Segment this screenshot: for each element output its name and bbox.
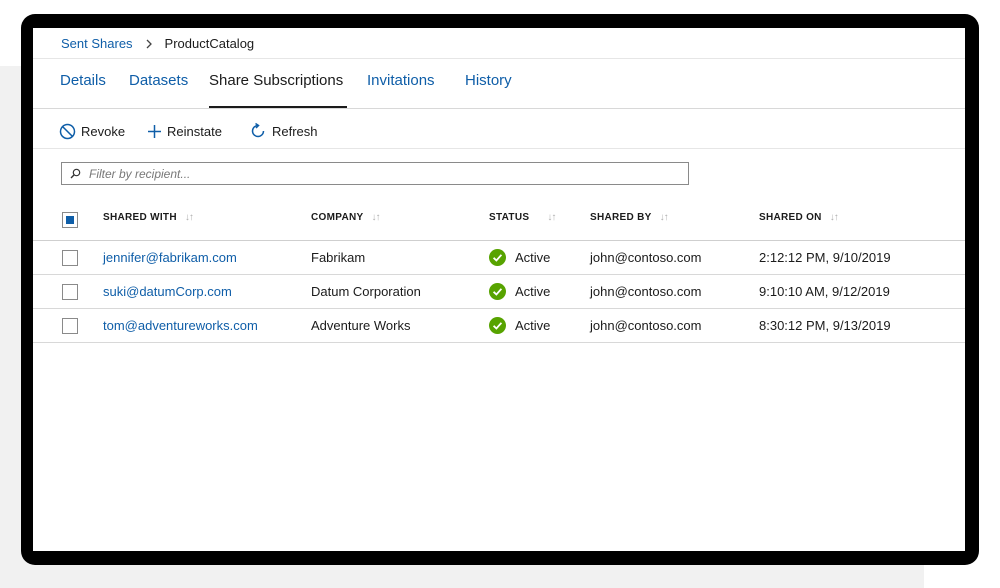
- reinstate-button[interactable]: Reinstate: [147, 116, 222, 146]
- filter-input[interactable]: [87, 165, 651, 182]
- sort-icon: ↓↑: [184, 212, 194, 223]
- refresh-icon: [251, 122, 265, 138]
- plus-icon: [148, 124, 161, 138]
- search-icon: [70, 168, 81, 179]
- row-checkbox[interactable]: [62, 284, 78, 300]
- tab-details[interactable]: Details: [60, 58, 106, 108]
- filter-box: [61, 162, 689, 185]
- column-shared-with[interactable]: SHARED WITH ↓↑: [103, 212, 194, 223]
- sort-icon: ↓↑: [371, 212, 380, 223]
- status-cell: Active: [489, 249, 550, 266]
- shared-by-cell: john@contoso.com: [590, 318, 702, 333]
- shared-with-link[interactable]: suki@datumCorp.com: [103, 284, 232, 299]
- select-all-checkbox[interactable]: [62, 212, 78, 228]
- tab-share-subscriptions[interactable]: Share Subscriptions: [209, 58, 347, 108]
- row-checkbox[interactable]: [62, 250, 78, 266]
- shared-by-cell: john@contoso.com: [590, 250, 702, 265]
- toolbar: Revoke Reinstate Refresh: [33, 116, 965, 146]
- company-cell: Adventure Works: [311, 318, 411, 333]
- table-row[interactable]: tom@adventureworks.com Adventure Works A…: [33, 309, 965, 343]
- revoke-button[interactable]: Revoke: [59, 116, 125, 146]
- table-row[interactable]: suki@datumCorp.com Datum Corporation Act…: [33, 275, 965, 309]
- refresh-label: Refresh: [272, 123, 318, 139]
- divider: [33, 108, 965, 109]
- shared-on-cell: 8:30:12 PM, 9/13/2019: [759, 318, 891, 333]
- revoke-label: Revoke: [81, 123, 126, 139]
- reinstate-label: Reinstate: [167, 123, 222, 139]
- company-cell: Datum Corporation: [311, 284, 421, 299]
- check-circle-icon: [489, 283, 506, 300]
- tab-datasets[interactable]: Datasets: [129, 58, 188, 108]
- column-shared-on[interactable]: SHARED ON ↓↑: [759, 212, 839, 223]
- breadcrumb-sent-shares[interactable]: Sent Shares: [61, 36, 133, 51]
- check-circle-icon: [489, 317, 506, 334]
- breadcrumb: Sent Shares ProductCatalog: [61, 36, 254, 51]
- tab-history[interactable]: History: [465, 58, 512, 108]
- chevron-right-icon: [145, 39, 153, 49]
- row-checkbox[interactable]: [62, 318, 78, 334]
- app-screen: Sent Shares ProductCatalog Details Datas…: [33, 28, 965, 551]
- shared-with-link[interactable]: jennifer@fabrikam.com: [103, 250, 237, 265]
- divider: [33, 148, 965, 149]
- tab-invitations[interactable]: Invitations: [367, 58, 435, 108]
- sort-icon: ↓↑: [829, 212, 839, 223]
- table-row[interactable]: jennifer@fabrikam.com Fabrikam Active jo…: [33, 241, 965, 275]
- shared-with-link[interactable]: tom@adventureworks.com: [103, 318, 258, 333]
- refresh-button[interactable]: Refresh: [249, 116, 318, 146]
- shared-on-cell: 2:12:12 PM, 9/10/2019: [759, 250, 891, 265]
- sort-icon: ↓↑: [659, 212, 669, 223]
- status-cell: Active: [489, 317, 550, 334]
- block-icon: [59, 123, 76, 139]
- tab-bar: Details Datasets Share Subscriptions Inv…: [33, 58, 965, 108]
- shared-by-cell: john@contoso.com: [590, 284, 702, 299]
- shared-on-cell: 9:10:10 AM, 9/12/2019: [759, 284, 890, 299]
- table-header: SHARED WITH ↓↑ COMPANY ↓↑ STATUS ↓↑ SHAR…: [33, 202, 965, 238]
- company-cell: Fabrikam: [311, 250, 366, 265]
- status-cell: Active: [489, 283, 550, 300]
- column-company[interactable]: COMPANY ↓↑: [311, 212, 380, 223]
- column-status[interactable]: STATUS ↓↑: [489, 212, 556, 223]
- sort-icon: ↓↑: [547, 212, 556, 223]
- check-circle-icon: [489, 249, 506, 266]
- breadcrumb-current: ProductCatalog: [164, 36, 255, 51]
- column-shared-by[interactable]: SHARED BY ↓↑: [590, 212, 669, 223]
